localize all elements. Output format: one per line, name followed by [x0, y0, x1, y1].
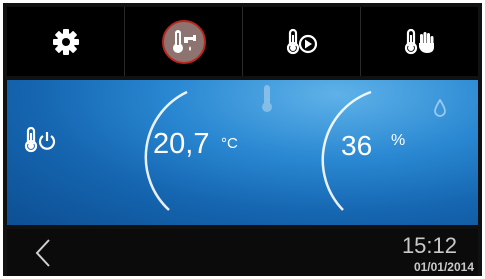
clock-time: 15:12 — [401, 233, 457, 258]
thermometer-power-icon — [24, 126, 56, 153]
temperature-unit: °C — [221, 135, 238, 152]
bottom-bar: 15:12 01/01/2014 — [7, 229, 478, 276]
temperature-value: 20,7 — [153, 128, 210, 160]
thermometer-hand-icon — [404, 28, 434, 54]
thermostat-power-button[interactable] — [24, 126, 60, 154]
humidity-gauge: 36 % — [303, 82, 473, 222]
top-toolbar — [7, 7, 478, 76]
thermometer-play-icon — [286, 28, 317, 54]
clock-date: 01/01/2014 — [413, 260, 474, 274]
humidity-gauge-arc — [321, 90, 372, 211]
back-button[interactable] — [29, 237, 59, 269]
humidity-unit: % — [391, 132, 406, 149]
settings-button[interactable] — [7, 7, 125, 76]
gear-icon — [52, 28, 79, 55]
main-panel: 20,7 °C 36 % — [7, 80, 478, 225]
chevron-left-icon — [35, 239, 50, 267]
temperature-gauge: 20,7 °C — [125, 82, 285, 222]
thermometer-faucet-button[interactable] — [125, 7, 243, 76]
thermometer-faucet-icon — [172, 29, 196, 53]
active-indicator — [161, 19, 206, 64]
water-drop-icon — [434, 99, 446, 117]
humidity-value: 36 — [341, 130, 373, 161]
thermometer-program-button[interactable] — [243, 7, 361, 76]
thermometer-icon — [262, 85, 272, 112]
thermometer-manual-button[interactable] — [361, 7, 478, 76]
app-frame: 20,7 °C 36 % 15:12 01/01/2014 — [3, 3, 482, 276]
